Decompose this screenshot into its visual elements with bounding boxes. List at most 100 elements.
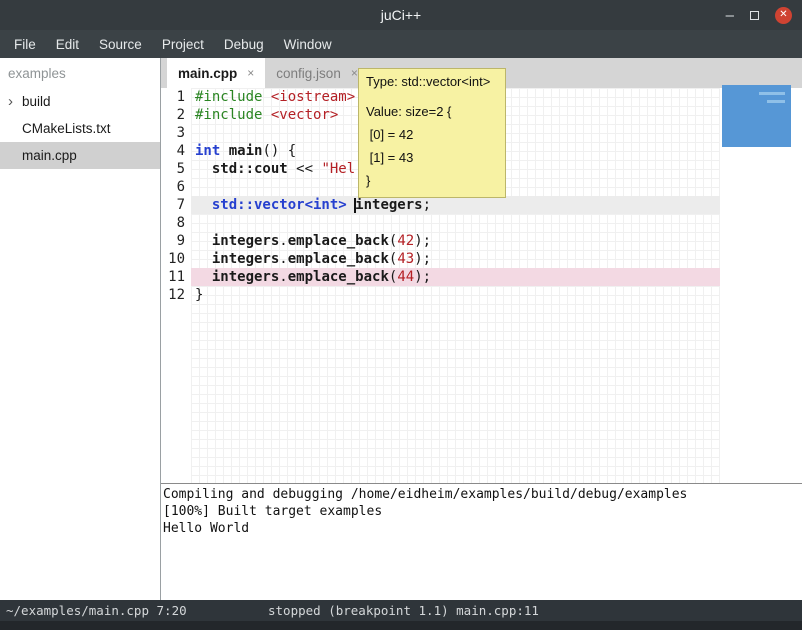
tab-close-icon[interactable]: × [351,66,358,80]
tooltip-type-line: Type: std::vector<int> [366,73,498,90]
code-line-7[interactable]: std::vector<int> integers; [191,196,720,214]
code-token: ; [423,197,431,213]
menu-window[interactable]: Window [274,37,342,52]
code-token: std::cout [212,161,288,177]
code-token [195,233,212,249]
tree-item-cmakelists[interactable]: CMakeLists.txt [0,115,160,142]
tree-item-label: main.cpp [22,148,77,163]
line-number[interactable]: 3 [161,124,185,142]
tooltip-value-line: [1] = 43 [366,146,498,169]
code-token: emplace_back [288,233,389,249]
tree-item-build[interactable]: › build [0,88,160,115]
tooltip-value-line: Value: size=2 { [366,100,498,123]
tooltip-value-line: [0] = 42 [366,123,498,146]
code-token: emplace_back [288,269,389,285]
code-token: . [279,269,287,285]
code-token: } [195,287,203,303]
line-number[interactable]: 4 [161,142,185,160]
code-token: #include [195,107,262,123]
tree-item-label: CMakeLists.txt [22,121,111,136]
code-token: int [195,143,220,159]
code-token [195,197,212,213]
code-token: << [288,161,322,177]
line-number[interactable]: 10 [161,250,185,268]
line-number-gutter[interactable]: 123456789101112 [161,88,191,483]
code-token: . [279,233,287,249]
line-number[interactable]: 12 [161,286,185,304]
code-token [262,107,270,123]
status-debug-state: stopped (breakpoint 1.1) main.cpp:11 [268,603,539,618]
code-token [262,89,270,105]
close-button[interactable]: ✕ [775,7,792,24]
code-line-9[interactable]: integers.emplace_back(42); [191,232,720,250]
close-icon: ✕ [779,10,787,20]
menu-debug[interactable]: Debug [214,37,274,52]
chevron-right-icon[interactable]: › [8,94,22,109]
project-folder-header: examples [0,58,160,88]
window-title: juCi++ [381,7,421,23]
tab-label: main.cpp [178,66,237,81]
file-tree-sidebar: examples › build CMakeLists.txt main.cpp [0,58,161,600]
tooltip-value: Value: size=2 { [0] = 42 [1] = 43} [366,100,498,192]
code-token: () { [262,143,296,159]
code-token: emplace_back [288,251,389,267]
code-token: #include [195,89,262,105]
code-token: "Hel [321,161,355,177]
code-token: ); [414,233,431,249]
scroll-overview [720,88,802,483]
code-line-12[interactable]: } [191,286,720,304]
code-line-11[interactable]: integers.emplace_back(44); [191,268,720,286]
line-number[interactable]: 1 [161,88,185,106]
code-token [220,143,228,159]
code-token: ); [414,269,431,285]
line-number[interactable]: 2 [161,106,185,124]
code-token: <iostream> [271,89,355,105]
code-token: 43 [397,251,414,267]
maximize-button[interactable] [750,11,759,20]
menu-file[interactable]: File [4,37,46,52]
debug-value-tooltip: Type: std::vector<int> Value: size=2 { [… [358,68,506,198]
menubar: File Edit Source Project Debug Window [0,30,802,58]
line-number[interactable]: 8 [161,214,185,232]
code-line-8[interactable] [191,214,720,232]
code-token: integers [212,269,279,285]
statusbar: ~/examples/main.cpp 7:20 stopped (breakp… [0,600,802,621]
tree-item-label: build [22,94,51,109]
code-token: . [279,251,287,267]
line-number[interactable]: 7 [161,196,185,214]
minimize-button[interactable]: – [726,8,734,23]
tab-main-cpp[interactable]: main.cpp × [167,58,265,88]
line-number[interactable]: 6 [161,178,185,196]
tree-item-main-cpp[interactable]: main.cpp [0,142,160,169]
code-token: integers [355,197,422,213]
window-bottom-edge [0,621,802,630]
terminal-output[interactable]: Compiling and debugging /home/eidheim/ex… [161,483,802,600]
code-token: <vector> [271,107,338,123]
window-controls: – ✕ [726,0,792,30]
titlebar: juCi++ – ✕ [0,0,802,30]
menu-source[interactable]: Source [89,37,152,52]
overview-highlight-line [759,92,785,95]
code-token: integers [212,233,279,249]
terminal-line: Hello World [163,520,800,537]
code-token: ); [414,251,431,267]
tab-config-json[interactable]: config.json × [265,58,369,88]
tab-close-icon[interactable]: × [247,66,254,80]
terminal-line: [100%] Built target examples [163,503,800,520]
line-number[interactable]: 11 [161,268,185,286]
scrollbar-thumb[interactable] [722,85,791,147]
code-token: 44 [397,269,414,285]
code-token: 42 [397,233,414,249]
code-token: std::vector<int> [212,197,347,213]
code-line-10[interactable]: integers.emplace_back(43); [191,250,720,268]
code-token: main [229,143,263,159]
menu-edit[interactable]: Edit [46,37,89,52]
menu-project[interactable]: Project [152,37,214,52]
line-number[interactable]: 9 [161,232,185,250]
code-token: integers [212,251,279,267]
tab-label: config.json [276,66,341,81]
terminal-line: Compiling and debugging /home/eidheim/ex… [163,486,800,503]
code-token [195,161,212,177]
tooltip-value-line: } [366,169,498,192]
line-number[interactable]: 5 [161,160,185,178]
